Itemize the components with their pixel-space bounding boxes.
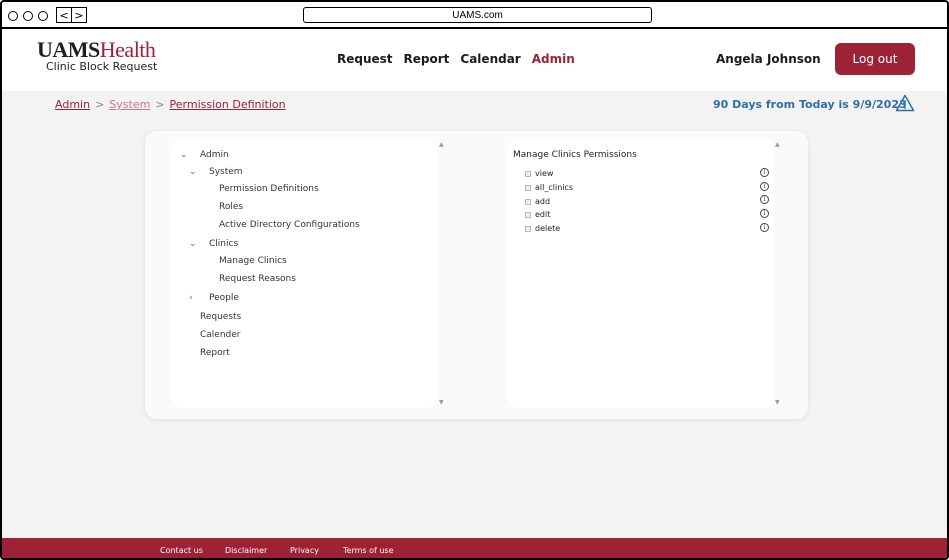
- tree-label: Clinics: [209, 239, 239, 249]
- site-footer: Contact us Disclaimer Privacy Terms of u…: [2, 538, 947, 558]
- permission-all-clinics[interactable]: all_clinics: [525, 183, 573, 192]
- permissions-card: ▲ ▼ ⌄ Admin ⌄ System Permission Definition…: [145, 131, 808, 419]
- checkbox[interactable]: [525, 170, 531, 177]
- permission-edit[interactable]: edit: [525, 210, 550, 219]
- scroll-up-icon[interactable]: ▲: [775, 141, 780, 148]
- logout-button[interactable]: Log out: [835, 43, 915, 75]
- browser-window: < > UAMS.com UAMSHealth Clinic Block Req…: [0, 0, 949, 560]
- info-icon[interactable]: i: [760, 195, 769, 204]
- tree-item-request-reasons[interactable]: Request Reasons: [219, 274, 296, 284]
- info-icon[interactable]: i: [760, 209, 769, 218]
- tree-item-clinics[interactable]: ⌄ Clinics: [189, 239, 238, 249]
- tree-item-report[interactable]: Report: [200, 348, 230, 358]
- tree-label: People: [209, 293, 239, 303]
- footer-disclaimer-link[interactable]: Disclaimer: [225, 546, 267, 555]
- tree-label: Active Directory Configurations: [219, 220, 360, 230]
- tree-label: Report: [200, 348, 230, 358]
- history-buttons: < >: [56, 7, 87, 23]
- scroll-up-icon[interactable]: ▲: [439, 141, 444, 148]
- breadcrumb-separator: >: [155, 98, 165, 111]
- window-maximize-dot[interactable]: [38, 11, 48, 21]
- main-nav: Request Report Calendar Admin: [337, 52, 575, 66]
- tree-item-requests[interactable]: Requests: [200, 312, 241, 322]
- tree-item-calender[interactable]: Calender: [200, 330, 241, 340]
- permission-label: view: [535, 169, 554, 178]
- permission-delete[interactable]: delete: [525, 224, 560, 233]
- breadcrumb-permission-definition[interactable]: Permission Definition: [170, 98, 286, 111]
- permission-label: add: [535, 197, 551, 206]
- tree-label: Requests: [200, 312, 242, 322]
- tree-label: Roles: [219, 202, 244, 212]
- window-minimize-dot[interactable]: [23, 11, 33, 21]
- permission-label: edit: [535, 210, 551, 219]
- browser-toolbar: < > UAMS.com: [2, 2, 947, 29]
- permission-label: delete: [535, 224, 561, 233]
- checkbox[interactable]: [525, 184, 531, 191]
- checkbox[interactable]: [525, 198, 531, 205]
- permissions-title: Manage Clinics Permissions: [513, 150, 637, 160]
- breadcrumb-separator: >: [95, 98, 105, 111]
- tree-label: Request Reasons: [219, 274, 296, 284]
- date-notice: 90 Days from Today is 9/9/2023: [713, 98, 907, 111]
- nav-calendar[interactable]: Calendar: [460, 52, 520, 66]
- logo-primary: UAMS: [37, 37, 100, 62]
- permission-add[interactable]: add: [525, 197, 550, 206]
- checkbox[interactable]: [525, 225, 531, 232]
- tree-item-people[interactable]: › People: [189, 293, 239, 303]
- tree-item-permission-definitions[interactable]: Permission Definitions: [219, 184, 319, 194]
- site-header: UAMSHealth Clinic Block Request Request …: [2, 29, 947, 91]
- permission-view[interactable]: view: [525, 169, 553, 178]
- scroll-down-icon[interactable]: ▼: [775, 399, 780, 406]
- logo-secondary: Health: [99, 37, 156, 62]
- tree-label: Manage Clinics: [219, 256, 287, 266]
- breadcrumb-system[interactable]: System: [109, 98, 150, 111]
- back-button[interactable]: <: [57, 8, 72, 22]
- breadcrumb: Admin > System > Permission Definition: [55, 98, 286, 111]
- chevron-down-icon: ⌄: [189, 167, 197, 177]
- forward-button[interactable]: >: [72, 8, 86, 22]
- tree-label: Calender: [200, 330, 241, 340]
- tree-item-manage-clinics[interactable]: Manage Clinics: [219, 256, 287, 266]
- scroll-down-icon[interactable]: ▼: [439, 399, 444, 406]
- tree-item-roles[interactable]: Roles: [219, 202, 243, 212]
- footer-privacy-link[interactable]: Privacy: [290, 546, 319, 555]
- navigation-tree-panel: ▲ ▼ ⌄ Admin ⌄ System Permission Definition…: [171, 139, 444, 408]
- info-icon[interactable]: i: [760, 182, 769, 191]
- nav-report[interactable]: Report: [404, 52, 450, 66]
- info-icon[interactable]: i: [760, 223, 769, 232]
- checkbox[interactable]: [525, 211, 531, 218]
- footer-terms-link[interactable]: Terms of use: [343, 546, 394, 555]
- nav-admin[interactable]: Admin: [532, 52, 575, 66]
- tree-item-system[interactable]: ⌄ System: [189, 167, 243, 177]
- logo[interactable]: UAMSHealth: [37, 37, 156, 62]
- chevron-right-icon: ›: [189, 293, 193, 303]
- chevron-down-icon: ⌄: [189, 239, 197, 249]
- permissions-panel: ▲ ▼ Manage Clinics Permissions view i al…: [507, 139, 780, 408]
- logo-subtitle: Clinic Block Request: [46, 60, 158, 73]
- window-close-dot[interactable]: [8, 11, 18, 21]
- chevron-down-icon: ⌄: [180, 150, 188, 160]
- nav-request[interactable]: Request: [337, 52, 393, 66]
- footer-contact-link[interactable]: Contact us: [160, 546, 203, 555]
- user-name: Angela Johnson: [716, 52, 821, 66]
- permission-label: all_clinics: [535, 183, 574, 192]
- tree-label: Permission Definitions: [219, 184, 319, 194]
- tree-item-active-directory[interactable]: Active Directory Configurations: [219, 220, 360, 230]
- info-icon[interactable]: i: [760, 168, 769, 177]
- warning-icon[interactable]: [895, 94, 915, 112]
- tree-item-admin[interactable]: ⌄ Admin: [180, 150, 229, 160]
- tree-label: System: [209, 167, 243, 177]
- tree-label: Admin: [200, 150, 229, 160]
- address-bar[interactable]: UAMS.com: [303, 7, 652, 23]
- breadcrumb-admin[interactable]: Admin: [55, 98, 90, 111]
